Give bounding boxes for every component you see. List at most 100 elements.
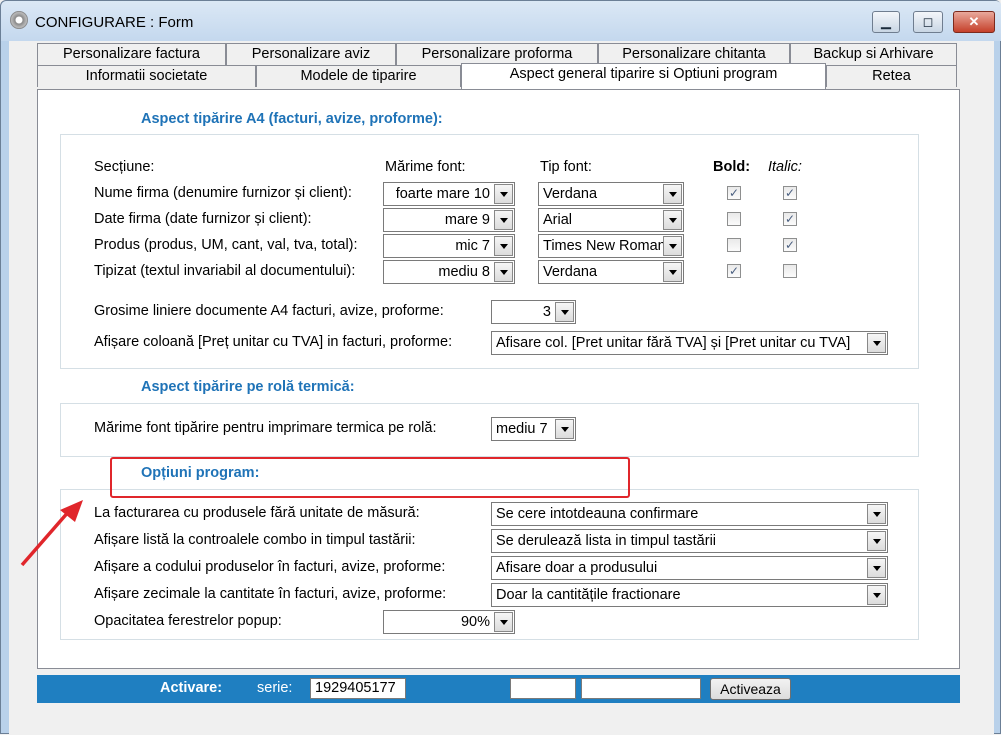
option-label-2: Afișare a codului produselor în facturi,… — [94, 559, 446, 575]
chevron-down-icon[interactable] — [494, 236, 513, 256]
chevron-down-icon[interactable] — [494, 184, 513, 204]
unit-price-col-label: Afișare coloană [Preț unitar cu TVA] in … — [94, 334, 453, 350]
option-select-3[interactable]: Doar la cantitățile fractionare — [491, 583, 888, 607]
activation-field-2[interactable] — [510, 678, 576, 699]
font-size-select-date-firma[interactable]: mare 9 — [383, 208, 515, 232]
tab-personalizare-chitanta[interactable]: Personalizare chitanta — [598, 43, 790, 65]
line-thickness-select[interactable]: 3 — [491, 300, 576, 324]
select-value: Verdana — [543, 186, 598, 202]
bold-checkbox-date-firma[interactable] — [727, 212, 741, 226]
chevron-down-icon[interactable] — [494, 262, 513, 282]
chevron-down-icon[interactable] — [663, 210, 682, 230]
option-label-3: Afișare zecimale la cantitate în facturi… — [94, 586, 447, 602]
italic-checkbox-date-firma[interactable]: ✓ — [783, 212, 797, 226]
option-select-0[interactable]: Se cere intotdeauna confirmare — [491, 502, 888, 526]
font-type-select-date-firma[interactable]: Arial — [538, 208, 684, 232]
chevron-down-icon[interactable] — [663, 262, 682, 282]
tab-informatii-societate[interactable]: Informatii societate — [37, 65, 256, 87]
select-value: 3 — [542, 304, 551, 320]
section-title-thermal: Aspect tipărire pe rolă termică: — [141, 379, 355, 395]
chevron-down-icon[interactable] — [867, 558, 886, 578]
font-type-select-produs[interactable]: Times New Roman — [538, 234, 684, 258]
section-title-a4: Aspect tipărire A4 (facturi, avize, prof… — [141, 111, 443, 127]
select-value: Verdana — [543, 264, 598, 280]
select-value: Se derulează lista in timpul tastării — [496, 533, 717, 549]
bold-checkbox-produs[interactable] — [727, 238, 741, 252]
activate-button[interactable]: Activeaza — [710, 678, 791, 700]
chevron-down-icon[interactable] — [867, 585, 886, 605]
option-select-2[interactable]: Afisare doar a produsului — [491, 556, 888, 580]
select-value: Doar la cantitățile fractionare — [496, 587, 681, 603]
italic-checkbox-nume-firma[interactable]: ✓ — [783, 186, 797, 200]
tab-personalizare-proforma[interactable]: Personalizare proforma — [396, 43, 598, 65]
activation-bar: Activare: serie: 1929405177 Activeaza — [37, 675, 960, 703]
close-button[interactable]: ✕ — [953, 11, 995, 33]
italic-checkbox-tipizat[interactable] — [783, 264, 797, 278]
form-client-area: Personalizare factura Personalizare aviz… — [9, 41, 994, 735]
serie-input[interactable]: 1929405177 — [310, 678, 406, 699]
select-value: mediu 7 — [496, 421, 548, 437]
unit-price-col-select[interactable]: Afisare col. [Pret unitar fără TVA] și [… — [491, 331, 888, 355]
row-label-nume-firma: Nume firma (denumire furnizor și client)… — [94, 185, 352, 201]
select-value: Times New Roman — [543, 238, 666, 254]
activation-label: Activare: — [160, 680, 223, 696]
tab-retea[interactable]: Retea — [826, 65, 957, 87]
select-value: mic 7 — [455, 238, 490, 254]
maximize-button[interactable]: ◻ — [913, 11, 943, 33]
group-thermal: Mărime font tipărire pentru imprimare te… — [60, 403, 919, 457]
app-gear-icon — [10, 11, 28, 29]
header-font-size: Mărime font: — [385, 159, 466, 175]
chevron-down-icon[interactable] — [663, 184, 682, 204]
chevron-down-icon[interactable] — [494, 210, 513, 230]
row-label-date-firma: Date firma (date furnizor și client): — [94, 211, 312, 227]
tab-modele-tiparire[interactable]: Modele de tiparire — [256, 65, 461, 87]
chevron-down-icon[interactable] — [494, 612, 513, 632]
italic-checkbox-produs[interactable]: ✓ — [783, 238, 797, 252]
chevron-down-icon[interactable] — [867, 504, 886, 524]
serie-label: serie: — [257, 680, 293, 696]
chevron-down-icon[interactable] — [555, 419, 574, 439]
select-value: mare 9 — [444, 212, 490, 228]
option-label-1: Afișare listă la controalele combo in ti… — [94, 532, 416, 548]
tab-panel-aspect-general: Aspect tipărire A4 (facturi, avize, prof… — [20, 89, 960, 669]
thermal-font-label: Mărime font tipărire pentru imprimare te… — [94, 420, 437, 436]
chevron-down-icon[interactable] — [555, 302, 574, 322]
group-options: La facturarea cu produsele fără unitate … — [60, 489, 919, 640]
select-value: Afisare doar a produsului — [496, 560, 658, 576]
configure-window: CONFIGURARE : Form ▁ ◻ ✕ Personalizare f… — [0, 0, 1001, 735]
header-section: Secțiune: — [94, 159, 155, 175]
chevron-down-icon[interactable] — [867, 531, 886, 551]
thermal-font-select[interactable]: mediu 7 — [491, 417, 576, 441]
font-type-select-tipizat[interactable]: Verdana — [538, 260, 684, 284]
font-type-select-nume-firma[interactable]: Verdana — [538, 182, 684, 206]
header-bold: Bold: — [713, 159, 751, 175]
row-label-produs: Produs (produs, UM, cant, val, tva, tota… — [94, 237, 358, 253]
tab-personalizare-factura[interactable]: Personalizare factura — [37, 43, 226, 65]
font-size-select-produs[interactable]: mic 7 — [383, 234, 515, 258]
row-label-tipizat: Tipizat (textul invariabil al documentul… — [94, 263, 356, 279]
tab-backup-arhivare[interactable]: Backup si Arhivare — [790, 43, 957, 65]
line-thickness-label: Grosime liniere documente A4 facturi, av… — [94, 303, 444, 319]
title-bar[interactable]: CONFIGURARE : Form ▁ ◻ ✕ — [1, 1, 1001, 41]
activation-field-3[interactable] — [581, 678, 701, 699]
opacity-label: Opacitatea ferestrelor popup: — [94, 613, 282, 629]
select-value: Arial — [543, 212, 573, 228]
highlight-box — [110, 457, 630, 498]
font-size-select-tipizat[interactable]: mediu 8 — [383, 260, 515, 284]
tab-personalizare-aviz[interactable]: Personalizare aviz — [226, 43, 396, 65]
header-italic: Italic: — [768, 159, 802, 175]
chevron-down-icon[interactable] — [867, 333, 886, 353]
option-label-0: La facturarea cu produsele fără unitate … — [94, 505, 420, 521]
select-value: Afisare col. [Pret unitar fără TVA] și [… — [496, 335, 851, 351]
font-size-select-nume-firma[interactable]: foarte mare 10 — [383, 182, 515, 206]
select-value: Se cere intotdeauna confirmare — [496, 506, 699, 522]
opacity-select[interactable]: 90% — [383, 610, 515, 634]
header-font-type: Tip font: — [540, 159, 592, 175]
bold-checkbox-nume-firma[interactable]: ✓ — [727, 186, 741, 200]
option-select-1[interactable]: Se derulează lista in timpul tastării — [491, 529, 888, 553]
minimize-button[interactable]: ▁ — [872, 11, 900, 33]
window-title: CONFIGURARE : Form — [35, 14, 194, 31]
bold-checkbox-tipizat[interactable]: ✓ — [727, 264, 741, 278]
tab-aspect-general[interactable]: Aspect general tiparire si Optiuni progr… — [461, 63, 826, 89]
chevron-down-icon[interactable] — [663, 236, 682, 256]
